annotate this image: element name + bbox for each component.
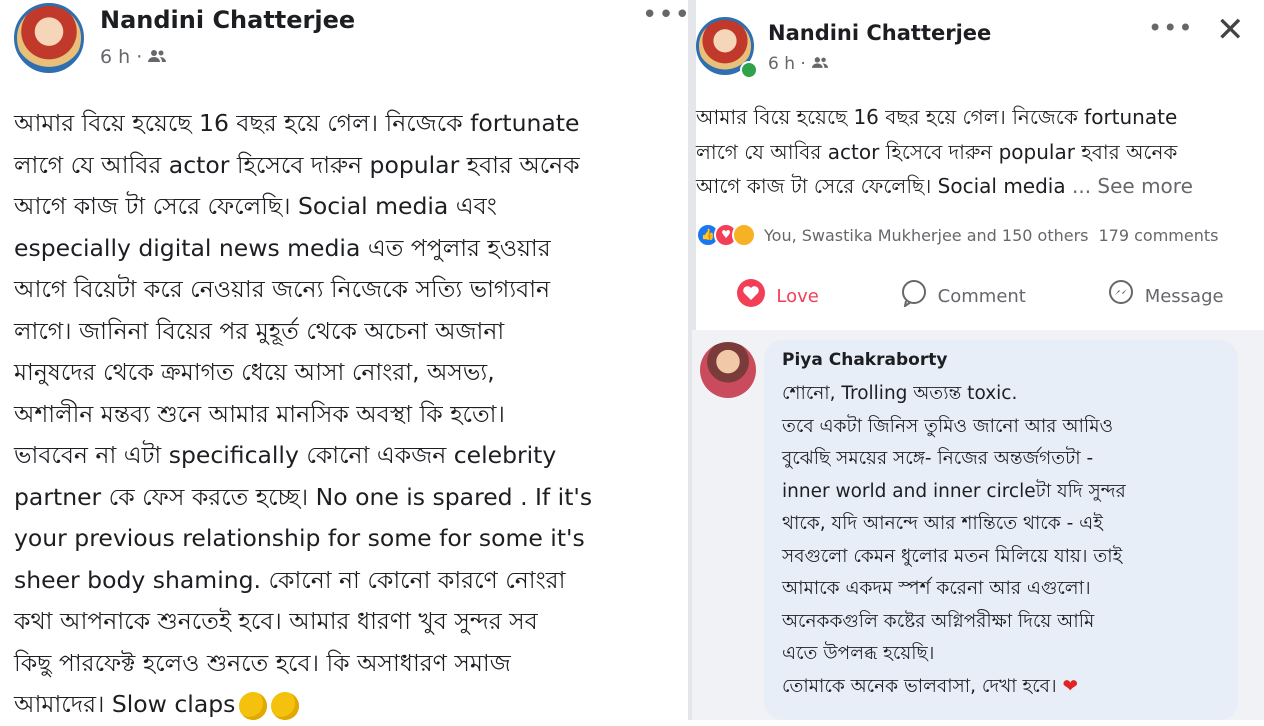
author-avatar[interactable]	[14, 3, 84, 73]
love-label: Love	[776, 285, 819, 307]
comment-button[interactable]: Comment	[900, 279, 1026, 313]
love-icon	[736, 278, 766, 314]
online-status-icon	[740, 61, 758, 79]
clapping-hands-emoji-icon	[271, 691, 300, 720]
comments-section: Piya Chakraborty শোনো, Trolling অত্যন্ত …	[692, 330, 1264, 720]
author-name[interactable]: Nandini Chatterjee	[768, 21, 991, 45]
reactions-summary[interactable]: You, Swastika Mukherjee and 150 others	[764, 226, 1089, 245]
right-post-card: Nandini Chatterjee 6 h · ••• ✕ আমার বিয়…	[692, 0, 1264, 720]
more-options-icon[interactable]: •••	[642, 0, 691, 30]
post-actions: Love Comment Message	[696, 268, 1264, 324]
close-icon[interactable]: ✕	[1216, 12, 1245, 48]
heart-emoji-icon: ❤	[1062, 675, 1078, 697]
post-time[interactable]: 6 h ·	[100, 46, 142, 68]
post-body: আমার বিয়ে হয়েছে 16 বছর হয়ে গেল। নিজেক…	[14, 103, 678, 726]
comment-body: শোনো, Trolling অত্যন্ত toxic. তবে একটা জ…	[782, 383, 1126, 697]
post-meta: 6 h ·	[768, 54, 828, 74]
see-more-link[interactable]: ... See more	[1072, 174, 1193, 198]
friends-icon	[148, 46, 167, 68]
comment-text: শোনো, Trolling অত্যন্ত toxic. তবে একটা জ…	[782, 378, 1232, 703]
love-button[interactable]: Love	[736, 278, 819, 314]
comments-count[interactable]: 179 comments	[1099, 226, 1219, 245]
post-time[interactable]: 6 h ·	[768, 54, 806, 74]
commenter-name[interactable]: Piya Chakraborty	[782, 350, 947, 370]
reactions-bar[interactable]: 👍 ♥ You, Swastika Mukherjee and 150 othe…	[696, 220, 1264, 250]
sad-reaction-icon	[732, 223, 756, 247]
post-body: আমার বিয়ে হয়েছে 16 বছর হয়ে গেল। নিজেক…	[696, 100, 1256, 204]
more-options-icon[interactable]: •••	[1148, 14, 1193, 42]
message-label: Message	[1144, 285, 1224, 307]
commenter-avatar[interactable]	[700, 342, 756, 398]
post-meta: 6 h ·	[100, 46, 167, 68]
messenger-icon	[1107, 279, 1135, 313]
message-button[interactable]: Message	[1107, 279, 1224, 313]
post-body-text: আমার বিয়ে হয়েছে 16 বছর হয়ে গেল। নিজেক…	[14, 109, 593, 718]
left-post-card: Nandini Chatterjee 6 h · ••• আমার বিয়ে …	[0, 0, 691, 720]
comment-label: Comment	[937, 285, 1026, 307]
clapping-hands-emoji-icon	[239, 691, 268, 720]
friends-icon	[811, 54, 828, 74]
author-name[interactable]: Nandini Chatterjee	[100, 6, 355, 34]
comment-icon	[900, 279, 928, 313]
